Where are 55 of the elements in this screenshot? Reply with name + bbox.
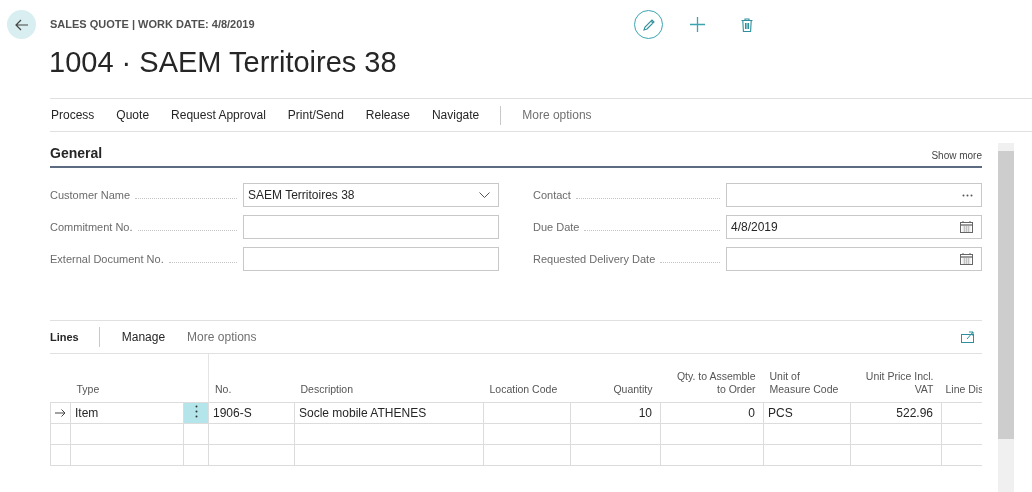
field-label: External Document No. bbox=[50, 253, 164, 265]
back-button[interactable] bbox=[7, 10, 36, 39]
calendar-icon[interactable] bbox=[960, 253, 973, 265]
leader-dots bbox=[168, 261, 237, 263]
column-header: Qty. to Assemble to Order bbox=[660, 354, 764, 403]
action-menu-button[interactable]: Quote bbox=[105, 99, 161, 131]
breadcrumb: SALES QUOTE | WORK DATE: 4/8/2019 bbox=[50, 18, 255, 30]
table-cell: 1906-S bbox=[208, 402, 295, 424]
column-header: Description bbox=[294, 354, 484, 403]
field-label: Customer Name bbox=[50, 189, 131, 201]
show-more-link[interactable]: Show more bbox=[931, 150, 982, 161]
ellipsis-icon[interactable] bbox=[962, 193, 973, 197]
page-title: 1004 · SAEM Territoires 38 bbox=[49, 46, 397, 79]
more-options-button[interactable]: More options bbox=[176, 330, 268, 344]
action-menu-button[interactable]: Process bbox=[50, 99, 106, 131]
action-menu-button[interactable]: Navigate bbox=[420, 99, 491, 131]
action-menu-button[interactable]: Print/Send bbox=[276, 99, 355, 131]
table-cell: 0 bbox=[660, 402, 764, 424]
dropdown-field[interactable]: SAEM Territoires 38 bbox=[243, 183, 499, 207]
more-options-button[interactable]: More options bbox=[511, 99, 603, 131]
input-field[interactable] bbox=[243, 247, 499, 271]
field-label: Commitment No. bbox=[50, 221, 133, 233]
field-label: Requested Delivery Date bbox=[533, 253, 656, 265]
trash-icon bbox=[740, 17, 753, 32]
chevron-down-icon[interactable] bbox=[479, 192, 490, 198]
column-header: Unit of Measure Code bbox=[763, 354, 851, 403]
expand-icon[interactable] bbox=[961, 331, 974, 343]
field-label: Due Date bbox=[533, 221, 580, 233]
column-header: Unit Price Incl. VAT bbox=[850, 354, 942, 403]
table-cell: PCS bbox=[763, 402, 851, 424]
column-header: No. bbox=[208, 354, 295, 403]
column-header: Location Code bbox=[483, 354, 571, 403]
section-title: General bbox=[50, 145, 103, 161]
table-cell: 522.96 bbox=[850, 402, 942, 424]
input-field[interactable] bbox=[243, 215, 499, 239]
column-header: Type bbox=[70, 354, 184, 403]
date-field[interactable]: 4/8/2019 bbox=[726, 215, 982, 239]
date-field[interactable] bbox=[726, 247, 982, 271]
part-title: Lines bbox=[50, 331, 79, 343]
back-arrow-icon bbox=[14, 18, 29, 31]
lookup-field[interactable] bbox=[726, 183, 982, 207]
table-cell: Item bbox=[70, 402, 184, 424]
table-cell: 10 bbox=[570, 402, 661, 424]
leader-dots bbox=[660, 261, 720, 263]
table-cell: Socle mobile ATHENES bbox=[294, 402, 484, 424]
calendar-icon[interactable] bbox=[960, 221, 973, 233]
column-header: Quantity bbox=[570, 354, 661, 403]
action-menu-button[interactable]: Release bbox=[354, 99, 421, 131]
action-menu-button[interactable]: Manage bbox=[115, 330, 177, 344]
field-label: Contact bbox=[533, 189, 571, 201]
action-menu-button[interactable]: Request Approval bbox=[160, 99, 277, 131]
plus-icon bbox=[690, 17, 705, 32]
vertical-dots-icon[interactable] bbox=[194, 405, 198, 418]
pencil-icon bbox=[641, 17, 656, 32]
scrollbar-thumb[interactable] bbox=[998, 151, 1014, 439]
